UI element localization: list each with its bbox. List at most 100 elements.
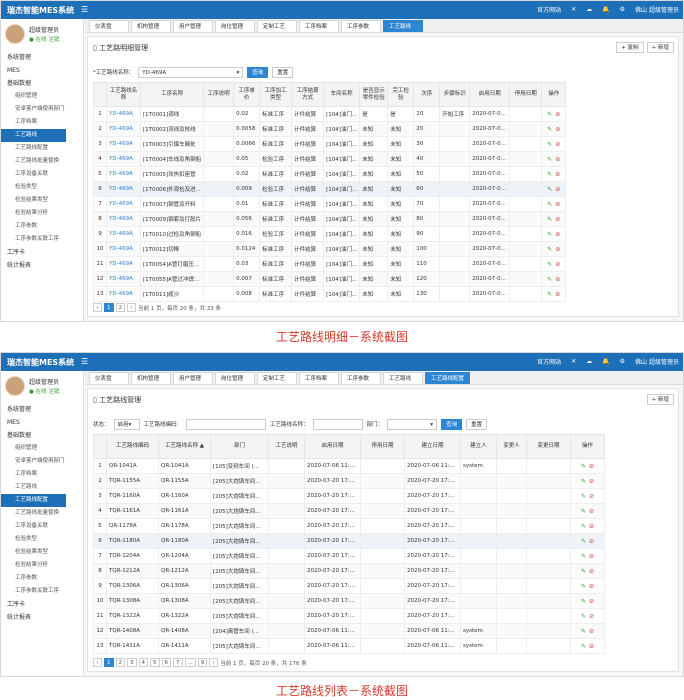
nav-item-12[interactable]: 检验结果分析 (1, 559, 84, 572)
table-row[interactable]: 11 YD-469A [1T0054]A管打磨压... 0.03 标准工序 计件结算 [10… (93, 256, 567, 272)
nav-item-12[interactable]: 检验结果分析 (1, 207, 84, 220)
edit-icon[interactable]: ✎ (547, 201, 552, 208)
delete-icon[interactable]: ⊘ (555, 141, 560, 148)
table-row[interactable]: 8 YD-469A [1T0009]钢套及打胶片 0.056 标准工序 计件结算 [104]… (93, 211, 567, 227)
nav-item-15[interactable]: 工序卡 (1, 598, 84, 611)
table-row[interactable]: 2 YD-469A [1T0002]流线及核线 0.0058 标准工序 计件结算 [104]… (93, 121, 567, 137)
tab-8[interactable]: 工艺路线配置 (425, 372, 471, 384)
tab-6[interactable]: 工序参数 (341, 20, 381, 32)
table-row[interactable]: 5 YD-469A [1T0005]攻热扣座管 0.02 标准工序 计件结算 [104]油门… (93, 166, 567, 182)
edit-icon[interactable]: ✎ (547, 186, 552, 193)
tab-3[interactable]: 岗位管理 (215, 372, 255, 384)
nav-item-4[interactable]: 安卓客户端使用部门 (1, 103, 84, 116)
cloud-icon[interactable]: ☁ (586, 358, 592, 365)
tab-2[interactable]: 用户管理 (173, 372, 213, 384)
edit-icon[interactable]: ✎ (581, 643, 586, 650)
tab-4[interactable]: 定制工艺 (257, 20, 297, 32)
edit-icon[interactable]: ✎ (547, 276, 552, 283)
menu-toggle-icon[interactable]: ☰ (81, 357, 88, 366)
delete-icon[interactable]: ⊘ (589, 628, 594, 635)
nav-item-1[interactable]: MES (1, 64, 84, 77)
delete-icon[interactable]: ⊘ (555, 216, 560, 223)
table-row[interactable]: 1 QR-1041A QR-1041A [105]变频车间 (... 2020-07-0… (93, 458, 605, 474)
table-row[interactable]: 13 YD-469A [1T0011]缆沙 0.008 标准工序 计件结算 [104]油门.… (93, 286, 567, 302)
delete-icon[interactable]: ⊘ (555, 231, 560, 238)
delete-icon[interactable]: ⊘ (555, 201, 560, 208)
tab-2[interactable]: 用户管理 (173, 20, 213, 32)
user-menu[interactable]: 佛山 超级管理员 (635, 5, 679, 14)
table-row[interactable]: 2 TQR-1155A QR-1155A [205]大炮铸车间... 2020-07-2… (93, 473, 605, 489)
edit-icon[interactable]: ✎ (581, 523, 586, 530)
tab-1[interactable]: 机构管理 (131, 372, 171, 384)
settings-icon[interactable]: ⚙ (620, 6, 625, 13)
tab-6[interactable]: 工序参数 (341, 372, 381, 384)
delete-icon[interactable]: ⊘ (589, 523, 594, 530)
delete-icon[interactable]: ⊘ (555, 291, 560, 298)
nav-item-13[interactable]: 工序参数 (1, 572, 84, 585)
route-code-input[interactable] (186, 418, 267, 430)
copy-button[interactable]: + 复制 (616, 42, 644, 53)
nav-item-3[interactable]: 组织管理 (1, 442, 84, 455)
delete-icon[interactable]: ⊘ (555, 246, 560, 253)
edit-icon[interactable]: ✎ (581, 478, 586, 485)
table-row[interactable]: 1 YD-469A [1T0001]调线 0.02 标准工序 计件结算 [104]油门...… (93, 106, 567, 122)
fullscreen-icon[interactable]: ✕ (571, 6, 576, 13)
table-row[interactable]: 4 YD-469A [1T0004]车线及角钢船 0.05 检验工序 计件结算 [104]油… (93, 151, 567, 167)
route-name-select[interactable]: YD-469A ▾ (138, 66, 244, 78)
dept-select[interactable]: ▾ (387, 418, 438, 430)
table-row[interactable]: 9 TQR-1306A QR-1306A [205]大炮铸车间... 2020-07-2… (93, 578, 605, 594)
delete-icon[interactable]: ⊘ (589, 493, 594, 500)
nav-item-9[interactable]: 工序设备关联 (1, 168, 84, 181)
page-button-2[interactable]: 2 (115, 658, 125, 667)
fullscreen-icon[interactable]: ✕ (571, 358, 576, 365)
edit-icon[interactable]: ✎ (581, 463, 586, 470)
edit-icon[interactable]: ✎ (581, 553, 586, 560)
nav-item-6[interactable]: 工艺路线 (1, 481, 84, 494)
route-name-input[interactable] (312, 418, 363, 430)
delete-icon[interactable]: ⊘ (555, 171, 560, 178)
tab-4[interactable]: 定制工艺 (257, 372, 297, 384)
add-button[interactable]: + 新增 (646, 42, 674, 53)
tab-0[interactable]: 仪表盘 (89, 372, 129, 384)
nav-item-2[interactable]: 基础数据 (1, 429, 84, 442)
table-row[interactable]: 3 TQR-1160A QR-1160A [205]大炮铸车间... 2020-07-2… (93, 488, 605, 504)
delete-icon[interactable]: ⊘ (555, 276, 560, 283)
page-button-1[interactable]: 1 (104, 303, 114, 312)
nav-item-5[interactable]: 工序档案 (1, 468, 84, 481)
page-button-...[interactable]: ... (184, 658, 196, 667)
nav-item-0[interactable]: 系统管理 (1, 51, 84, 64)
delete-icon[interactable]: ⊘ (555, 186, 560, 193)
edit-icon[interactable]: ✎ (581, 538, 586, 545)
reset-button[interactable]: 重置 (466, 418, 488, 430)
nav-item-5[interactable]: 工序档案 (1, 116, 84, 129)
nav-item-14[interactable]: 工序参数关联工序 (1, 585, 84, 598)
table-row[interactable]: 9 YD-469A [1T0010]过检及角钢船 0.016 检验工序 计件结算 [104]… (93, 226, 567, 242)
edit-icon[interactable]: ✎ (547, 216, 552, 223)
page-button-3[interactable]: 3 (127, 658, 137, 667)
nav-item-10[interactable]: 检验类型 (1, 533, 84, 546)
menu-toggle-icon[interactable]: ☰ (81, 5, 88, 14)
nav-item-11[interactable]: 检验结果类型 (1, 194, 84, 207)
delete-icon[interactable]: ⊘ (555, 156, 560, 163)
edit-icon[interactable]: ✎ (547, 246, 552, 253)
nav-item-4[interactable]: 安卓客户端使用部门 (1, 455, 84, 468)
bell-icon[interactable]: 🔔 (602, 358, 609, 365)
delete-icon[interactable]: ⊘ (555, 261, 560, 268)
nav-item-8[interactable]: 工艺路线批量替换 (1, 507, 84, 520)
edit-icon[interactable]: ✎ (547, 231, 552, 238)
bell-icon[interactable]: 🔔 (602, 6, 609, 13)
settings-icon[interactable]: ⚙ (620, 358, 625, 365)
delete-icon[interactable]: ⊘ (589, 583, 594, 590)
nav-item-8[interactable]: 工艺路线批量替换 (1, 155, 84, 168)
prev-page-button[interactable]: ‹ (93, 658, 102, 667)
tab-3[interactable]: 岗位管理 (215, 20, 255, 32)
page-button-7[interactable]: 7 (173, 658, 183, 667)
nav-item-14[interactable]: 工序参数关联工序 (1, 233, 84, 246)
page-button-5[interactable]: 5 (150, 658, 160, 667)
delete-icon[interactable]: ⊘ (589, 508, 594, 515)
prev-page-button[interactable]: ‹ (93, 303, 102, 312)
reset-button[interactable]: 重置 (272, 66, 294, 78)
delete-icon[interactable]: ⊘ (589, 538, 594, 545)
table-row[interactable]: 8 TQR-1212A QR-1212A [205]大炮铸车间... 2020-07-2… (93, 563, 605, 579)
nav-item-9[interactable]: 工序设备关联 (1, 520, 84, 533)
